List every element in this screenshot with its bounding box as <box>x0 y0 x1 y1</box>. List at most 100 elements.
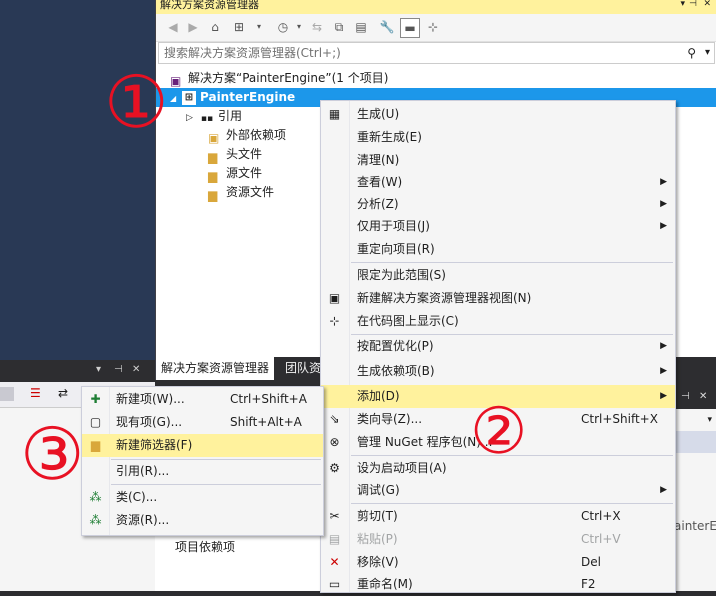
show-all-files-icon[interactable]: ▤ <box>352 18 370 36</box>
home-icon[interactable]: ⌂ <box>206 18 224 36</box>
menu-item-label: 生成(U) <box>357 107 400 121</box>
menu-item-resource[interactable]: ⁂ 资源(R)... <box>82 509 323 532</box>
close-icon[interactable]: ✕ <box>703 0 711 9</box>
menu-item-debug[interactable]: 调试(G) ▶ <box>321 479 675 502</box>
rename-icon: ▭ <box>328 577 341 591</box>
new-item-icon: ✚ <box>90 392 101 406</box>
tree-item-label: 引用 <box>218 109 243 123</box>
folder-icon: ▆ <box>90 438 101 452</box>
menu-item-label: 在代码图上显示(C) <box>357 314 459 328</box>
properties-dropdown-icon[interactable]: ▾ <box>707 415 712 425</box>
search-options-dropdown-icon[interactable]: ▾ <box>705 43 710 63</box>
menu-item-label: 查看(W) <box>357 175 403 189</box>
menu-item-class[interactable]: ⁂ 类(C)... <box>82 486 323 509</box>
solution-icon: ▣ <box>170 73 182 88</box>
back-icon[interactable]: ◀ <box>164 18 182 36</box>
menu-item-label: 生成依赖项(B) <box>357 364 435 378</box>
submenu-arrow-icon: ▶ <box>660 366 667 376</box>
filter-folder-icon: ▆ <box>208 149 218 164</box>
search-icon[interactable]: ⚲ <box>687 43 696 63</box>
filter-errors-icon[interactable]: ☰ <box>30 386 41 400</box>
menu-item-new-item[interactable]: ✚ 新建项(W)... Ctrl+Shift+A <box>82 388 323 411</box>
tree-item-label: 头文件 <box>226 147 263 161</box>
switch-views-icon[interactable]: ⊞ <box>230 18 248 36</box>
menu-item-new-filter[interactable]: ▆ 新建筛选器(F) <box>82 434 323 457</box>
properties-wrench-icon[interactable]: 🔧 <box>378 18 396 36</box>
menu-item-analyze[interactable]: 分析(Z) ▶ <box>321 193 675 216</box>
menu-item-label: 添加(D) <box>357 389 400 403</box>
menu-item-remove[interactable]: ✕ 移除(V) Del <box>321 551 675 574</box>
tree-item-label: 外部依赖项 <box>226 128 287 142</box>
expand-arrow-icon[interactable]: ◢ <box>170 89 182 108</box>
filter-folder-icon: ▆ <box>208 168 218 183</box>
menu-item-show-on-code-map[interactable]: ⊹ 在代码图上显示(C) <box>321 310 675 333</box>
properties-value: ainterEr <box>674 519 716 533</box>
menu-item-label: 按配置优化(P) <box>357 339 434 353</box>
forward-icon[interactable]: ▶ <box>184 18 202 36</box>
menu-item-view[interactable]: 查看(W) ▶ <box>321 171 675 194</box>
menu-item-cut[interactable]: ✂ 剪切(T) Ctrl+X <box>321 505 675 528</box>
menu-item-label: 移除(V) <box>357 555 399 569</box>
menu-separator <box>351 503 673 504</box>
menu-item-label: 粘贴(P) <box>357 532 398 546</box>
pending-dropdown-icon[interactable]: ▾ <box>290 18 308 36</box>
properties-row[interactable] <box>674 431 716 453</box>
menu-item-shortcut: Shift+Alt+A <box>230 415 302 429</box>
add-submenu: ✚ 新建项(W)... Ctrl+Shift+A ▢ 现有项(G)... Shift+A… <box>81 386 324 536</box>
menu-item-build[interactable]: ▦ 生成(U) <box>321 103 675 126</box>
menu-item-rebuild[interactable]: 重新生成(E) <box>321 126 675 149</box>
tree-solution-node[interactable]: ▣ 解决方案“PainterEngine”(1 个项目) <box>156 69 716 88</box>
collapse-all-icon[interactable]: ⧉ <box>330 18 348 36</box>
menu-item-project-only[interactable]: 仅用于项目(J) ▶ <box>321 215 675 238</box>
navigate-icon[interactable]: ⇄ <box>58 386 68 400</box>
menu-item-label: 资源(R)... <box>116 513 170 527</box>
close-icon[interactable]: ✕ <box>132 364 140 375</box>
menu-item-label: 限定为此范围(S) <box>357 268 446 282</box>
submenu-arrow-icon: ▶ <box>660 341 667 351</box>
menu-item-paste[interactable]: ▤ 粘贴(P) Ctrl+V <box>321 528 675 551</box>
pin-icon[interactable]: ⊣ <box>681 391 690 402</box>
tab-solution-explorer[interactable]: 解决方案资源管理器 <box>156 357 275 380</box>
menu-item-existing-item[interactable]: ▢ 现有项(G)... Shift+Alt+A <box>82 411 323 434</box>
editor-background <box>0 0 155 360</box>
nuget-icon: ⊗ <box>329 435 340 449</box>
paste-icon: ▤ <box>328 532 341 546</box>
submenu-arrow-icon: ▶ <box>660 177 667 187</box>
switch-views-dropdown-icon[interactable]: ▾ <box>250 18 268 36</box>
menu-item-rename[interactable]: ▭ 重命名(M) F2 <box>321 573 675 596</box>
properties-pane: ▾ ainterEr <box>673 409 716 591</box>
menu-item-pgo[interactable]: 按配置优化(P) ▶ <box>321 335 675 358</box>
preview-icon[interactable]: ▬ <box>400 18 420 38</box>
menu-item-scope-to-this[interactable]: 限定为此范围(S) <box>321 264 675 287</box>
submenu-arrow-icon: ▶ <box>660 485 667 495</box>
menu-item-label: 设为启动项目(A) <box>357 461 447 475</box>
close-icon[interactable]: ✕ <box>699 391 707 402</box>
solution-explorer-toolbar: ◀ ▶ ⌂ ⊞ ▾ ◷ ▾ ⇆ ⧉ ▤ 🔧 ▬ ⊹ <box>156 14 716 42</box>
search-input[interactable]: 搜索解决方案资源管理器(Ctrl+;) ⚲ ▾ <box>158 42 715 64</box>
build-icon: ▦ <box>328 107 341 121</box>
code-map-toolbar-icon[interactable]: ⊹ <box>424 18 442 36</box>
menu-item-label: 仅用于项目(J) <box>357 219 430 233</box>
menu-item-label: 清理(N) <box>357 153 400 167</box>
menu-item-reference[interactable]: 引用(R)... <box>82 460 323 483</box>
menu-item-shortcut: F2 <box>581 577 596 591</box>
menu-item-new-se-view[interactable]: ▣ 新建解决方案资源管理器视图(N) <box>321 287 675 310</box>
pin-icon[interactable]: ⊣ <box>114 364 123 375</box>
external-deps-icon: ▣ <box>208 130 220 145</box>
toolbar-partial-icon[interactable] <box>0 387 14 401</box>
sync-icon[interactable]: ⇆ <box>308 18 326 36</box>
search-placeholder: 搜索解决方案资源管理器(Ctrl+;) <box>164 46 341 60</box>
project-label: PainterEngine <box>200 90 296 104</box>
menu-item-build-dependencies[interactable]: 生成依赖项(B) ▶ <box>321 360 675 383</box>
filter-folder-icon: ▆ <box>208 187 218 202</box>
solution-explorer-title[interactable]: 解决方案资源管理器 ▾ ⊣ ✕ <box>156 0 716 14</box>
menu-item-clean[interactable]: 清理(N) <box>321 149 675 172</box>
window-dropdown-icon[interactable]: ▾ <box>96 364 101 375</box>
menu-item-shortcut: Del <box>581 555 601 569</box>
pin-icon[interactable]: ⊣ <box>689 0 697 9</box>
properties-header: ⊣ ✕ <box>673 387 716 409</box>
project-deps-label[interactable]: 项目依赖项 <box>175 538 235 555</box>
submenu-arrow-icon: ▶ <box>660 221 667 231</box>
menu-item-retarget[interactable]: 重定向项目(R) <box>321 238 675 261</box>
window-dropdown-icon[interactable]: ▾ <box>680 0 685 9</box>
